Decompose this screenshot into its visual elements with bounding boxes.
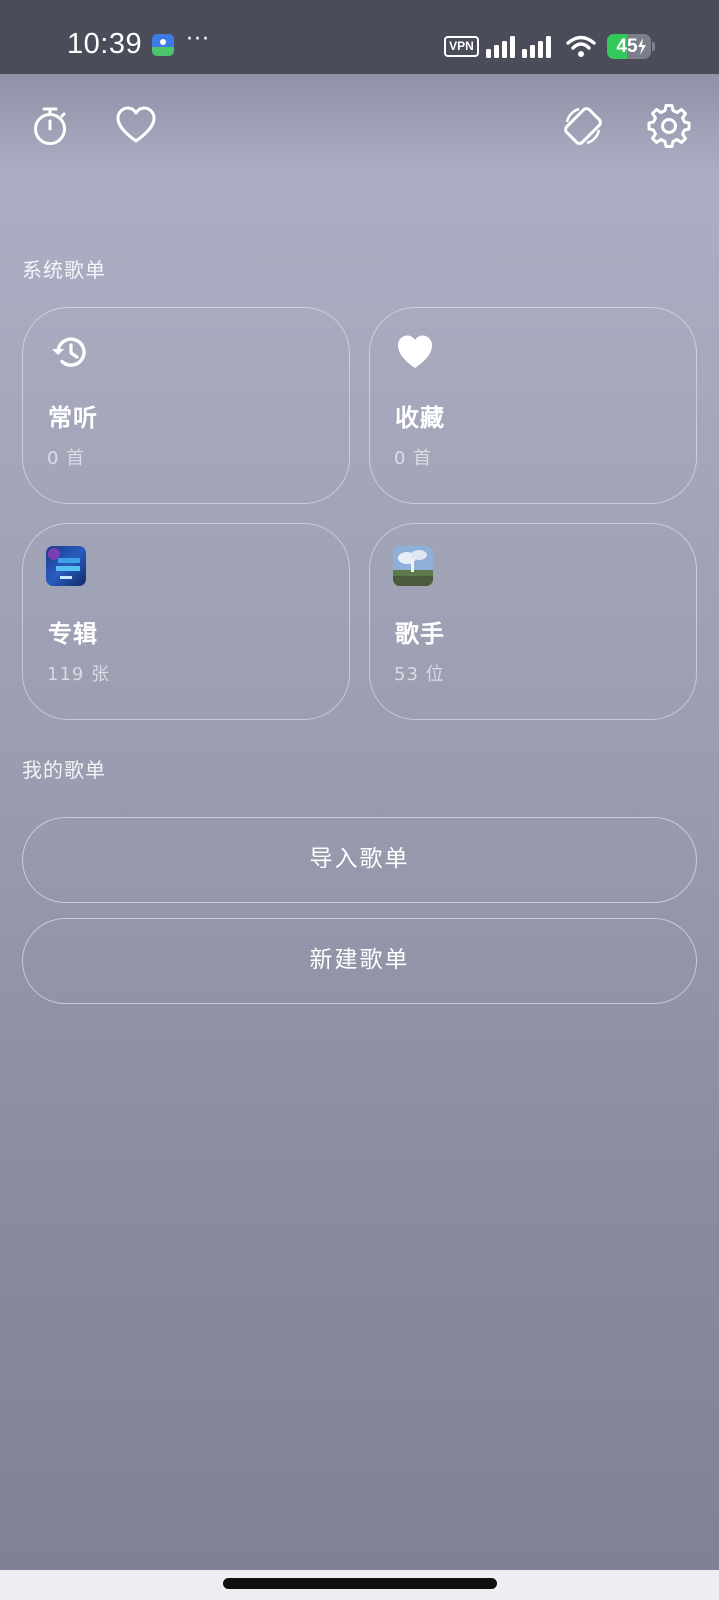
- card-count: 0 首: [394, 448, 433, 469]
- card-title: 常听: [48, 404, 98, 432]
- card-frequent[interactable]: 常听 0 首: [22, 307, 350, 504]
- card-artists[interactable]: 歌手 53 位: [369, 523, 697, 720]
- card-count: 53 位: [394, 664, 445, 685]
- card-albums[interactable]: 专辑 119 张: [22, 523, 350, 720]
- card-count: 0 首: [47, 448, 86, 469]
- more-notifications-icon: ···: [186, 27, 210, 52]
- battery-tip: [652, 42, 655, 51]
- charging-bolt-icon: [638, 38, 646, 55]
- card-title: 收藏: [395, 404, 445, 432]
- battery-icon: 45: [607, 34, 651, 59]
- card-title: 专辑: [48, 620, 98, 648]
- card-count: 119 张: [47, 664, 111, 685]
- timer-icon[interactable]: [28, 104, 72, 148]
- status-time: 10:39: [67, 28, 143, 60]
- cellular-signal-icon: [486, 36, 551, 58]
- home-indicator[interactable]: [223, 1578, 497, 1589]
- wifi-icon: [566, 35, 596, 57]
- screen-rotation-icon[interactable]: [561, 104, 605, 148]
- artist-thumbnail: [393, 546, 433, 586]
- my-playlists-heading: 我的歌单: [22, 758, 106, 782]
- heart-filled-icon: [398, 335, 432, 368]
- card-title: 歌手: [395, 620, 445, 648]
- vpn-icon: VPN: [444, 36, 479, 57]
- app-notification-icon: [152, 34, 174, 56]
- album-thumbnail: [46, 546, 86, 586]
- card-favorites[interactable]: 收藏 0 首: [369, 307, 697, 504]
- status-bar: 10:39 ··· VPN 45: [0, 0, 719, 74]
- gear-icon[interactable]: [647, 104, 691, 148]
- heart-outline-icon[interactable]: [114, 104, 158, 148]
- import-playlist-button[interactable]: 导入歌单: [22, 817, 697, 903]
- system-playlists-heading: 系统歌单: [22, 258, 106, 282]
- create-playlist-button[interactable]: 新建歌单: [22, 918, 697, 1004]
- history-icon: [52, 337, 86, 367]
